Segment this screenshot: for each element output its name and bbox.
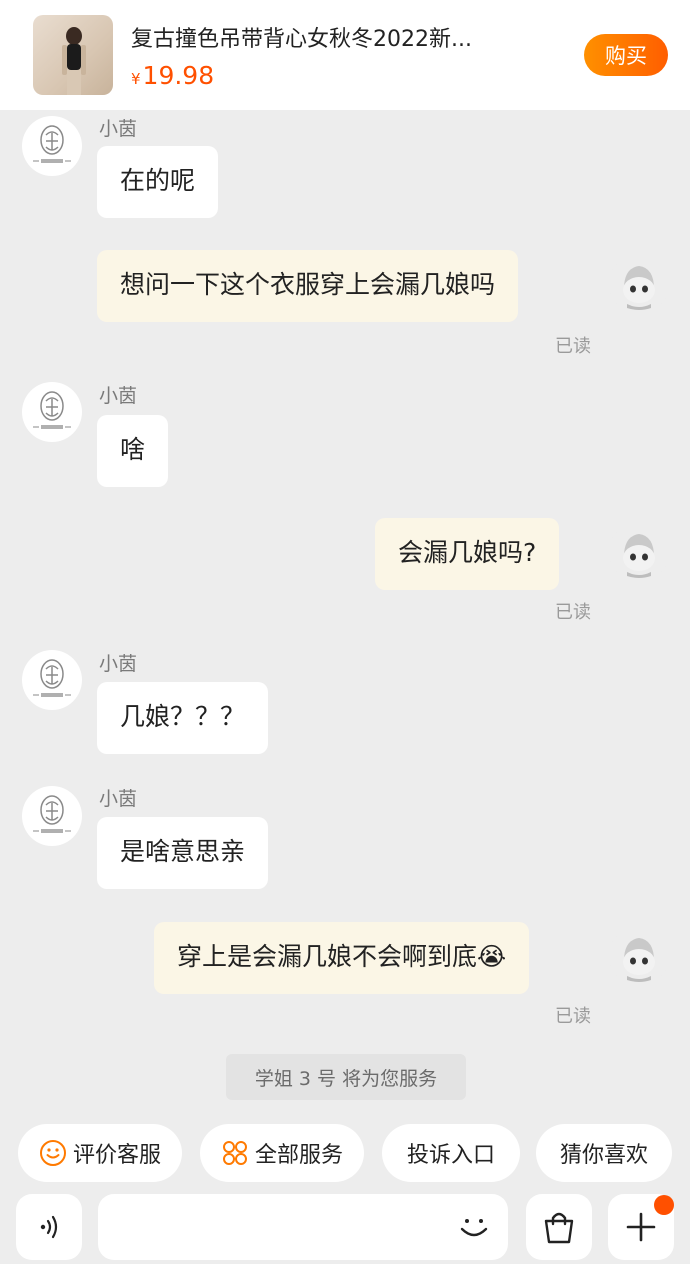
crying-emoji-icon: 😭: [477, 942, 507, 971]
grid-icon: [222, 1141, 247, 1165]
complaint-button[interactable]: 投诉入口: [382, 1124, 520, 1182]
price-value: 19.98: [142, 60, 215, 90]
sender-name: 小茵: [99, 385, 138, 407]
read-receipt: 已读: [555, 1006, 591, 1027]
shop-logo-icon: [33, 659, 71, 698]
message-text: 穿上是会漏几娘不会啊到底: [177, 942, 478, 971]
message-bubble[interactable]: 啥: [97, 415, 169, 487]
emoji-button[interactable]: [454, 1207, 494, 1247]
smile-icon: [39, 1140, 66, 1166]
message-bubble[interactable]: 会漏几娘吗?: [375, 518, 560, 590]
user-avatar-icon: [623, 534, 655, 578]
message-bubble[interactable]: 穿上是会漏几娘不会啊到底😭: [154, 922, 530, 994]
currency-symbol: ¥: [131, 69, 141, 88]
buy-button[interactable]: 购买: [584, 34, 668, 76]
all-services-button[interactable]: 全部服务: [200, 1124, 364, 1182]
user-avatar[interactable]: [609, 926, 669, 986]
product-title[interactable]: 复古撞色吊带背心女秋冬2022新...: [131, 21, 531, 53]
quick-action-label: 全部服务: [254, 1143, 343, 1168]
shop-logo-icon: [33, 125, 71, 164]
product-price: ¥19.98: [131, 61, 584, 90]
user-avatar[interactable]: [609, 522, 669, 582]
read-receipt: 已读: [555, 336, 591, 357]
shop-avatar[interactable]: [22, 650, 82, 710]
emoji-icon: [460, 1219, 488, 1237]
sender-name: 小茵: [99, 653, 138, 675]
shop-logo-icon: [33, 391, 71, 430]
product-info: 复古撞色吊带背心女秋冬2022新... ¥19.98: [131, 21, 584, 90]
message-bubble[interactable]: 几娘？？？: [97, 682, 269, 754]
user-avatar[interactable]: [609, 254, 669, 314]
shop-avatar[interactable]: [22, 786, 82, 846]
message-input[interactable]: [98, 1194, 508, 1260]
user-avatar-icon: [623, 266, 655, 310]
quick-action-label: 投诉入口: [406, 1143, 495, 1168]
quick-action-label: 猜你喜欢: [559, 1143, 648, 1168]
rate-service-button[interactable]: 评价客服: [18, 1124, 182, 1182]
shop-avatar[interactable]: [22, 116, 82, 176]
voice-icon: [40, 1215, 58, 1239]
product-image-figure: [62, 27, 86, 95]
shopping-bag-button[interactable]: [526, 1194, 592, 1260]
shopping-bag-icon: [544, 1212, 574, 1244]
quick-actions-bar: 评价客服 全部服务 投诉入口 猜你喜欢: [0, 1124, 690, 1182]
guess-you-like-button[interactable]: 猜你喜欢: [536, 1124, 672, 1182]
message-bubble[interactable]: 想问一下这个衣服穿上会漏几娘吗: [97, 250, 519, 322]
notification-dot: [654, 1195, 674, 1215]
message-bubble[interactable]: 是啥意思亲: [97, 817, 269, 889]
service-notice: 学姐 3 号 将为您服务: [226, 1054, 466, 1100]
user-avatar-icon: [623, 938, 655, 982]
quick-action-label: 评价客服: [72, 1143, 161, 1168]
product-thumbnail[interactable]: [33, 15, 113, 95]
read-receipt: 已读: [555, 602, 591, 623]
input-bar: [0, 1192, 690, 1264]
sender-name: 小茵: [99, 788, 138, 810]
plus-icon: [626, 1212, 656, 1242]
shop-avatar[interactable]: [22, 382, 82, 442]
product-card[interactable]: 复古撞色吊带背心女秋冬2022新... ¥19.98 购买: [0, 0, 690, 110]
shop-logo-icon: [33, 795, 71, 834]
message-bubble[interactable]: 在的呢: [97, 146, 219, 218]
sender-name: 小茵: [99, 118, 138, 140]
voice-button[interactable]: [16, 1194, 82, 1260]
